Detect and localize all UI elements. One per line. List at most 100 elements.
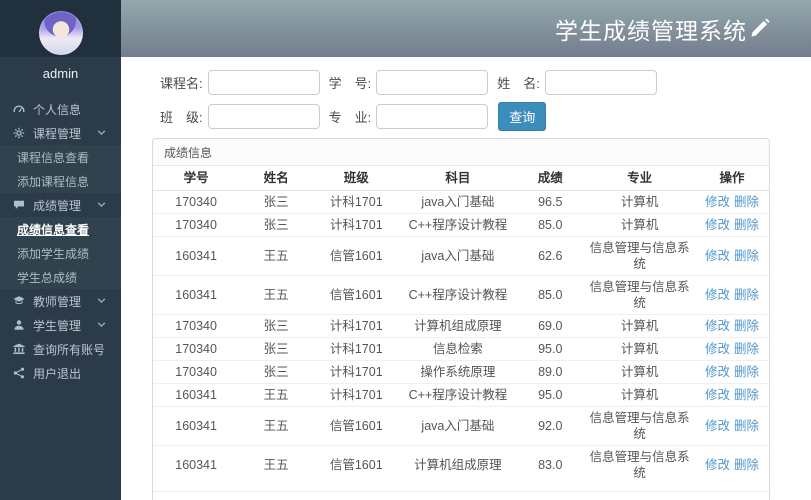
sidebar-item-label: 学生管理: [33, 318, 82, 333]
search-field: 专 业:: [329, 104, 489, 129]
table-cell: 操作系统原理: [420, 365, 496, 379]
table-cell: 张三: [263, 218, 289, 232]
table-cell: 69.0: [538, 319, 563, 333]
table-cell: 计科1701: [329, 319, 383, 333]
sidebar-item[interactable]: 个人信息: [0, 97, 121, 121]
actions-cell: 修改 删除: [695, 384, 769, 407]
sidebar-item[interactable]: 教师管理: [0, 289, 121, 313]
sidebar-item[interactable]: 课程信息查看: [0, 145, 121, 169]
table-cell: 王五: [263, 288, 289, 302]
column-header: 班级: [313, 166, 400, 191]
sidebar-item-label: 查询所有账号: [33, 342, 106, 357]
edit-link[interactable]: 修改: [705, 365, 730, 379]
user-avatar: [38, 11, 83, 55]
table-cell: 张三: [263, 365, 289, 379]
table-cell: C++程序设计教程: [408, 388, 508, 402]
actions-cell: 修改 删除: [695, 407, 769, 446]
name-input[interactable]: [544, 70, 657, 95]
sidebar-item[interactable]: 学生总成绩: [0, 265, 121, 289]
edit-link[interactable]: 修改: [705, 342, 730, 356]
sidebar-item-label: 课程信息查看: [17, 150, 90, 165]
table-cell: 160341: [175, 249, 217, 263]
delete-link[interactable]: 删除: [734, 249, 759, 263]
sidebar-item[interactable]: 课程管理: [0, 121, 121, 145]
table-cell: 85.0: [538, 288, 563, 302]
table-cell: 计科1701: [329, 365, 383, 379]
query-button[interactable]: 查询: [498, 102, 547, 131]
pencil-icon: [749, 18, 770, 39]
table-cell: 信息管理与信息系统: [589, 450, 690, 480]
search-row-0: 课程名: 学 号: 姓 名:: [160, 70, 770, 95]
delete-link[interactable]: 删除: [734, 288, 759, 302]
major-input[interactable]: [376, 104, 489, 129]
sidebar-item-label: 添加课程信息: [17, 174, 90, 189]
search-row-1: 班 级: 专 业: 查询: [160, 102, 770, 131]
table-cell: java入门基础: [421, 419, 495, 433]
table-cell: 计算机组成原理: [414, 319, 502, 333]
delete-link[interactable]: 删除: [734, 388, 759, 402]
sidebar-item[interactable]: 成绩管理: [0, 193, 121, 217]
table-cell: 王五: [263, 419, 289, 433]
delete-link[interactable]: 删除: [734, 419, 759, 433]
graduation-icon: [13, 295, 26, 307]
table-row: 170340 张三 计科1701 C++程序设计教程 85.0 计算机 修改 删除: [153, 213, 769, 237]
table-cell: 89.0: [538, 365, 563, 379]
table-cell: 92.0: [538, 419, 563, 433]
field-label: 学 号:: [328, 76, 372, 91]
edit-link[interactable]: 修改: [705, 419, 730, 433]
table-cell: 计科1701: [329, 342, 383, 356]
sidebar-item[interactable]: 用户退出: [0, 361, 121, 385]
edit-link[interactable]: 修改: [705, 458, 730, 472]
sidebar-item[interactable]: 学生管理: [0, 313, 121, 337]
table-cell: 信管1601: [329, 288, 383, 302]
table-cell: 信息管理与信息系统: [589, 241, 690, 271]
page-title-text: 学生成绩管理系统: [555, 17, 747, 44]
table-cell: 170340: [175, 342, 217, 356]
course-name-input[interactable]: [207, 70, 320, 95]
comment-icon: [13, 199, 26, 211]
edit-link[interactable]: 修改: [705, 195, 730, 209]
sidebar-item[interactable]: 添加学生成绩: [0, 241, 121, 265]
edit-link[interactable]: 修改: [705, 288, 730, 302]
grades-table: 学号 姓名 班级 科目 成绩 专业 操作 170340 张三 计科1701 java入门基础 96.…: [153, 166, 769, 484]
table-row: 170340 张三 计科1701 信息检索 95.0 计算机 修改 删除: [153, 337, 769, 361]
table-cell: java入门基础: [421, 249, 495, 263]
cogs-icon: [13, 127, 26, 139]
search-field: 班 级:: [160, 104, 320, 129]
column-header: 专业: [584, 166, 696, 191]
column-header: 姓名: [239, 166, 314, 191]
delete-link[interactable]: 删除: [734, 458, 759, 472]
edit-link[interactable]: 修改: [705, 319, 730, 333]
sidebar-item[interactable]: 查询所有账号: [0, 337, 121, 361]
table-row: 160341 王五 信管1601 计算机组成原理 83.0 信息管理与信息系统 修改 删除: [153, 445, 769, 485]
sidebar-item-label: 成绩管理: [33, 198, 82, 213]
table-cell: 张三: [263, 319, 289, 333]
search-field: 学 号:: [329, 70, 489, 95]
delete-link[interactable]: 删除: [734, 319, 759, 333]
table-cell: 170340: [175, 319, 217, 333]
actions-cell: 修改 删除: [695, 191, 769, 214]
table-cell: 160341: [175, 458, 217, 472]
sidebar-item[interactable]: 添加课程信息: [0, 169, 121, 193]
table-cell: 160341: [175, 388, 217, 402]
sidebar-item[interactable]: 成绩信息查看: [0, 217, 121, 241]
column-header: 操作: [695, 166, 769, 191]
delete-link[interactable]: 删除: [734, 342, 759, 356]
class-input[interactable]: [207, 104, 320, 129]
chevron-down-icon: [97, 319, 106, 331]
table-body: 170340 张三 计科1701 java入门基础 96.5 计算机 修改 删除 170340 张…: [153, 191, 769, 485]
edit-link[interactable]: 修改: [705, 218, 730, 232]
delete-link[interactable]: 删除: [734, 195, 759, 209]
column-header: 成绩: [516, 166, 585, 191]
delete-link[interactable]: 删除: [734, 218, 759, 232]
delete-link[interactable]: 删除: [734, 365, 759, 379]
student-id-input[interactable]: [376, 70, 489, 95]
sidebar-item-label: 学生总成绩: [17, 270, 78, 285]
table-cell: 170340: [175, 195, 217, 209]
edit-link[interactable]: 修改: [705, 388, 730, 402]
table-cell: 信管1601: [329, 458, 383, 472]
table-cell: 96.5: [538, 195, 563, 209]
edit-link[interactable]: 修改: [705, 249, 730, 263]
table-cell: 信息管理与信息系统: [589, 411, 690, 441]
table-cell: C++程序设计教程: [408, 218, 508, 232]
